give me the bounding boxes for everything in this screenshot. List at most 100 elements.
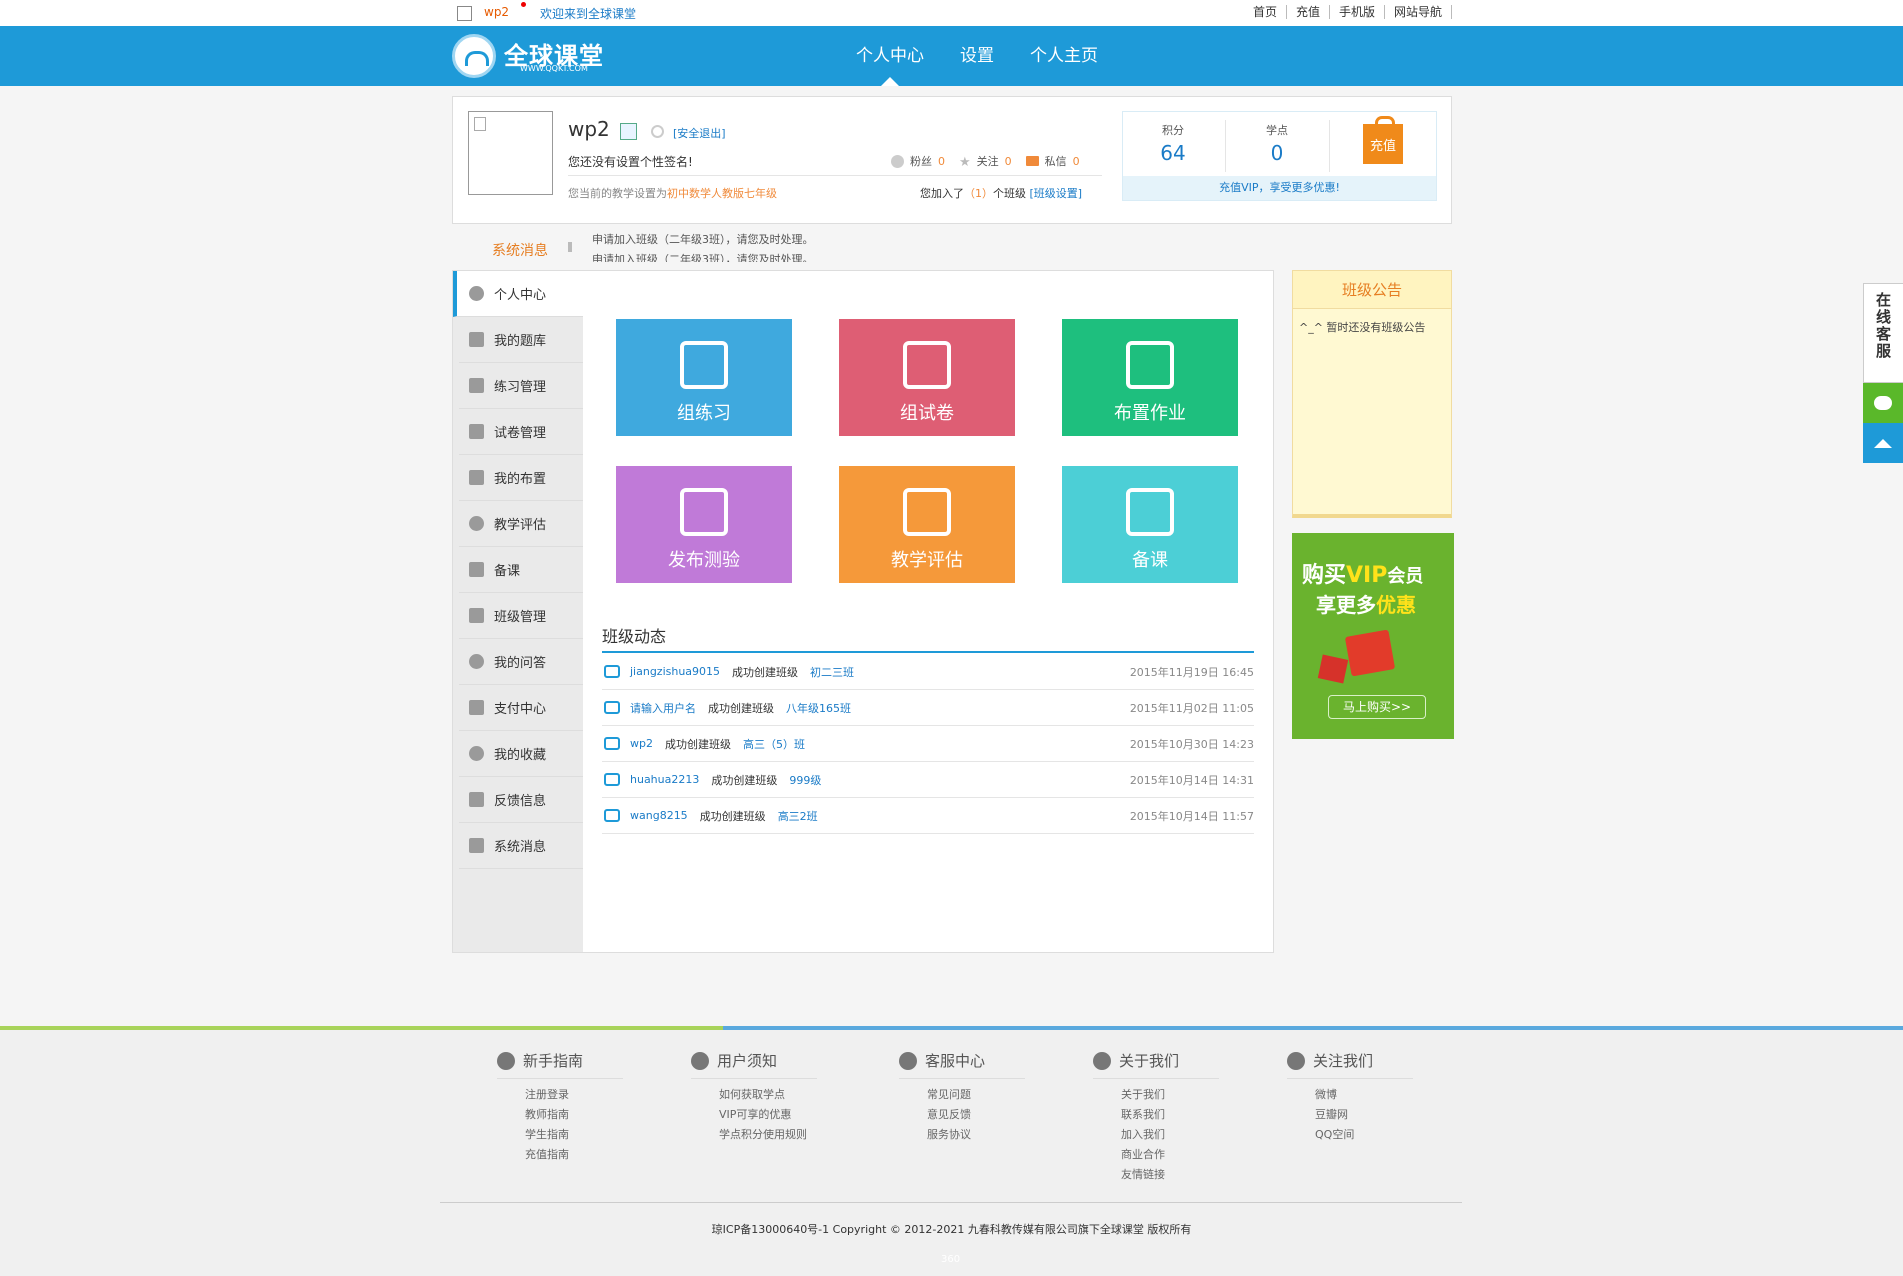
sidebar-item-qa[interactable]: 我的问答 — [459, 639, 583, 685]
message-label: 私信 — [1044, 155, 1067, 168]
footer-link[interactable]: 充值指南 — [525, 1145, 637, 1165]
clipboard-icon — [680, 488, 728, 536]
tile-homework[interactable]: 布置作业 — [1062, 319, 1238, 436]
footer-link[interactable]: 如何获取学点 — [719, 1085, 831, 1105]
sidebar-item-favorites[interactable]: 我的收藏 — [459, 731, 583, 777]
vip-headline: 购买VIP会员 — [1302, 557, 1423, 589]
footer-link[interactable]: 服务协议 — [927, 1125, 1039, 1145]
tile-label: 备课 — [1132, 550, 1168, 571]
sidebar-item-label: 备课 — [494, 564, 521, 579]
vip-headline-part: VIP — [1346, 563, 1388, 588]
dynamic-user-link[interactable]: jiangzishua9015 — [630, 665, 720, 678]
nav-homepage[interactable]: 个人主页 — [1030, 26, 1098, 86]
sidebar-item-class-management[interactable]: 班级管理 — [459, 593, 583, 639]
footer-link[interactable]: VIP可享的优惠 — [719, 1105, 831, 1125]
tile-lesson-prep[interactable]: 备课 — [1062, 466, 1238, 583]
vip-banner[interactable]: 购买VIP会员 享更多优惠 马上购买>> — [1292, 533, 1454, 739]
nav-settings[interactable]: 设置 — [960, 26, 994, 86]
footer-link[interactable]: 联系我们 — [1121, 1105, 1233, 1125]
back-to-top-button[interactable] — [1863, 423, 1903, 463]
footer-link[interactable]: 加入我们 — [1121, 1125, 1233, 1145]
message-stat[interactable]: 私信 0 — [1025, 153, 1080, 169]
tile-practice[interactable]: 组练习 — [616, 319, 792, 436]
dynamic-time: 2015年10月14日 14:31 — [1129, 773, 1254, 787]
logo[interactable]: 全球课堂 WWW.QQKT.COM — [452, 32, 622, 78]
sidebar-item-assignments[interactable]: 我的布置 — [459, 455, 583, 501]
link-mobile[interactable]: 手机版 — [1330, 5, 1385, 19]
footer-link[interactable]: 注册登录 — [525, 1085, 637, 1105]
sidebar-item-feedback[interactable]: 反馈信息 — [459, 777, 583, 823]
dynamic-class-link[interactable]: 高三（5）班 — [743, 736, 805, 752]
footer-link[interactable]: 商业合作 — [1121, 1145, 1233, 1165]
dynamic-user-link[interactable]: wp2 — [630, 737, 653, 750]
dynamic-user-link[interactable]: 请输入用户名 — [630, 700, 696, 716]
dynamic-class-link[interactable]: 高三2班 — [778, 808, 818, 824]
sidebar-item-exam[interactable]: 试卷管理 — [459, 409, 583, 455]
vip-subline: 享更多优惠 — [1316, 589, 1416, 618]
vip-tip[interactable]: 充值VIP，享受更多优惠! — [1123, 176, 1436, 200]
link-recharge[interactable]: 充值 — [1287, 5, 1330, 19]
logout-link[interactable]: [安全退出] — [673, 125, 726, 141]
tile-evaluation[interactable]: 教学评估 — [839, 466, 1015, 583]
header: 全球课堂 WWW.QQKT.COM 个人中心 设置 个人主页 — [0, 26, 1903, 86]
tile-exam[interactable]: 组试卷 — [839, 319, 1015, 436]
tile-quiz[interactable]: 发布测验 — [616, 466, 792, 583]
recharge-gift-button[interactable]: 充值 — [1363, 116, 1403, 164]
sidebar-item-practice[interactable]: 练习管理 — [459, 363, 583, 409]
buy-now-button[interactable]: 马上购买>> — [1328, 695, 1426, 719]
app-icon[interactable] — [457, 6, 472, 21]
sidebar-item-question-bank[interactable]: 我的题库 — [459, 317, 583, 363]
sidebar-item-system-messages[interactable]: 系统消息 — [459, 823, 583, 869]
signature-text[interactable]: 您还没有设置个性签名! — [568, 153, 693, 170]
footer-link[interactable]: 意见反馈 — [927, 1105, 1039, 1125]
document-icon — [469, 424, 484, 439]
footer-link[interactable]: 常见问题 — [927, 1085, 1039, 1105]
link-site-nav[interactable]: 网站导航 — [1385, 5, 1452, 19]
dynamic-action: 成功创建班级 — [732, 665, 799, 679]
footer-column: 用户须知 如何获取学点 VIP可享的优惠 学点积分使用规则 — [691, 1050, 831, 1145]
logo-globe-icon — [452, 34, 496, 78]
sidebar-item-payment[interactable]: 支付中心 — [459, 685, 583, 731]
footer-link[interactable]: 关于我们 — [1121, 1085, 1233, 1105]
username-link[interactable]: wp2 — [484, 5, 509, 19]
sidebar-item-label: 我的题库 — [494, 334, 547, 349]
sidebar-item-lesson-prep[interactable]: 备课 — [459, 547, 583, 593]
link-home[interactable]: 首页 — [1244, 5, 1287, 19]
dynamic-time: 2015年10月30日 14:23 — [1129, 737, 1254, 751]
nav-personal-center[interactable]: 个人中心 — [856, 26, 924, 86]
class-settings-link[interactable]: [班级设置] — [1030, 187, 1083, 200]
footer-link[interactable]: 学生指南 — [525, 1125, 637, 1145]
social-stats: 粉丝 0 ★ 关注 0 私信 0 — [891, 153, 1094, 170]
teacher-badge-icon — [620, 123, 637, 140]
follow-stat[interactable]: ★ 关注 0 — [959, 153, 1012, 170]
fans-count: 0 — [938, 154, 945, 168]
footer-link[interactable]: 微博 — [1315, 1085, 1427, 1105]
credits-stat: 学点 0 — [1227, 122, 1327, 165]
footer-link[interactable]: 友情链接 — [1121, 1165, 1233, 1185]
system-message-line: 申请加入班级（二年级3班），请您及时处理。 — [592, 253, 814, 262]
megaphone-icon — [469, 838, 484, 853]
sidebar-item-personal-center[interactable]: 个人中心 — [453, 271, 583, 317]
speaker-icon — [568, 242, 580, 252]
chat-button[interactable] — [1863, 383, 1903, 423]
footer-link[interactable]: QQ空间 — [1315, 1125, 1427, 1145]
system-message-ticker[interactable]: 申请加入班级（二年级3班），请您及时处理。 申请加入班级（二年级3班），请您及时… — [592, 230, 992, 262]
tile-label: 教学评估 — [891, 550, 963, 571]
footer-link[interactable]: 豆瓣网 — [1315, 1105, 1427, 1125]
sidebar-item-evaluation[interactable]: 教学评估 — [459, 501, 583, 547]
footer-column-title: 客服中心 — [925, 1052, 986, 1070]
footer-link[interactable]: 教师指南 — [525, 1105, 637, 1125]
fans-stat[interactable]: 粉丝 0 — [891, 153, 945, 169]
class-notice-body: ^_^ 暂时还没有班级公告 — [1299, 321, 1426, 334]
online-service-button[interactable]: 在线客服 — [1863, 283, 1903, 383]
dynamic-class-link[interactable]: 初二三班 — [810, 664, 854, 680]
footer-column: 客服中心 常见问题 意见反馈 服务协议 — [899, 1050, 1039, 1145]
dynamic-user-link[interactable]: huahua2213 — [630, 773, 699, 786]
footer-link[interactable]: 学点积分使用规则 — [719, 1125, 831, 1145]
dynamic-user-link[interactable]: wang8215 — [630, 809, 688, 822]
dynamic-class-link[interactable]: 八年级165班 — [786, 700, 851, 716]
avatar[interactable] — [468, 111, 553, 195]
dynamic-class-link[interactable]: 999级 — [789, 772, 821, 788]
profile-card: wp2 [安全退出] 您还没有设置个性签名! 粉丝 0 ★ 关注 0 私信 0 您当前的… — [452, 96, 1452, 224]
clipboard-icon — [469, 470, 484, 485]
